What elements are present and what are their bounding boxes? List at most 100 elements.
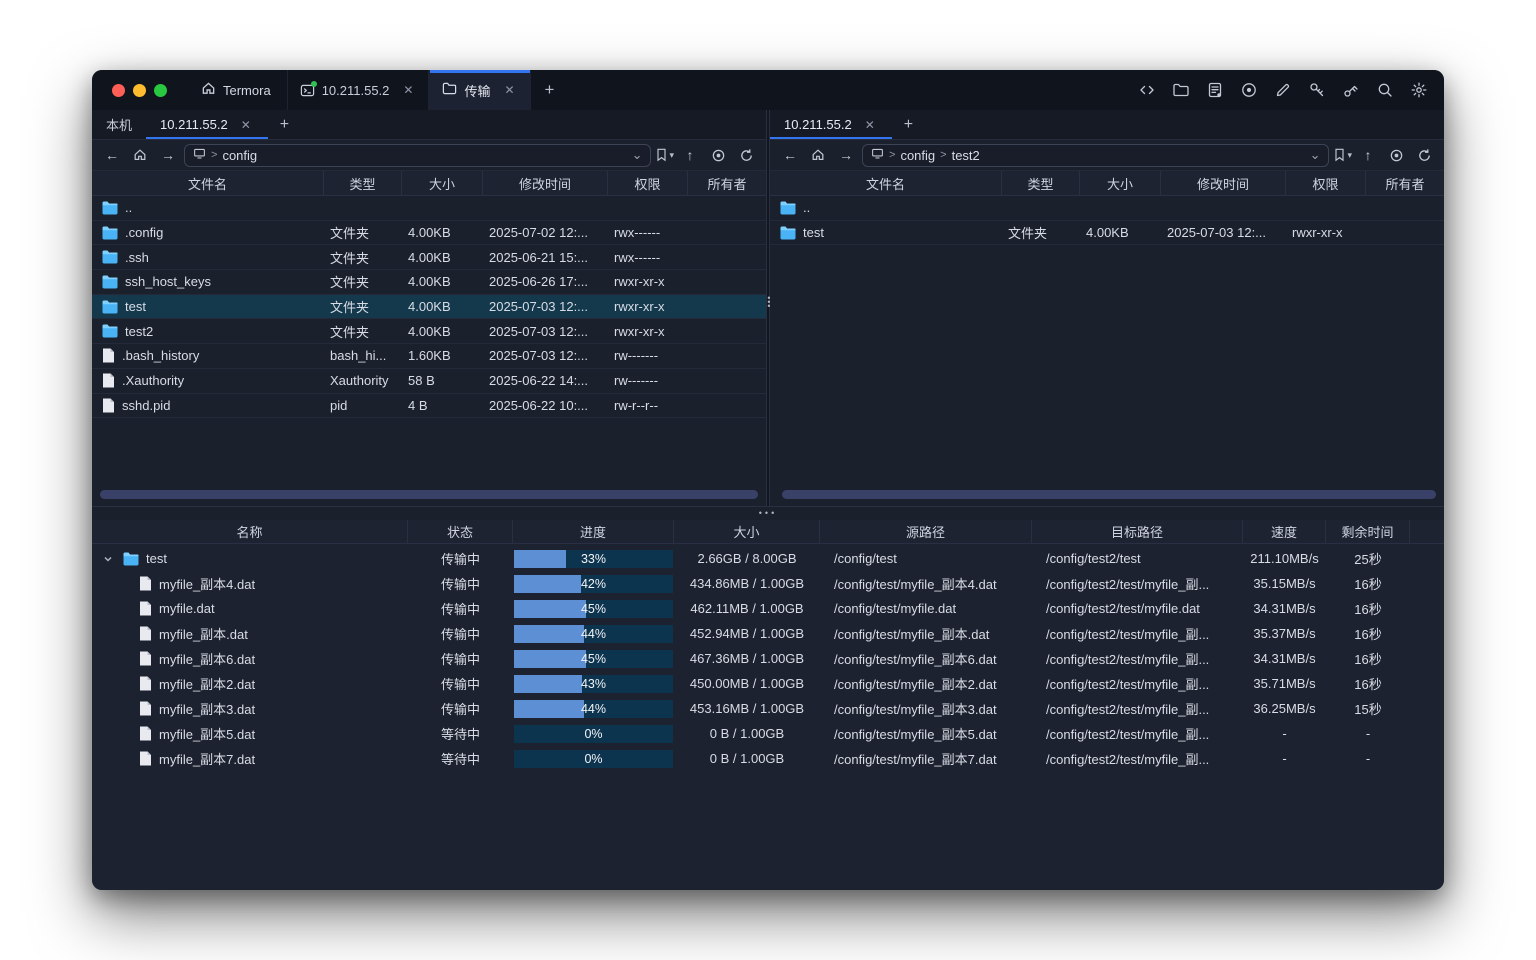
transfer-row[interactable]: myfile_副本2.dat传输中43%450.00MB / 1.00GB/co… xyxy=(92,671,1444,696)
column-header-permissions[interactable]: 权限 xyxy=(1286,171,1366,195)
breadcrumb-segment[interactable]: test2 xyxy=(952,148,980,163)
transfer-row[interactable]: myfile_副本5.dat等待中0%0 B / 1.00GB/config/t… xyxy=(92,721,1444,746)
tab-transfer[interactable]: 传输 ✕ xyxy=(429,70,530,110)
new-pane-tab-button[interactable]: + xyxy=(892,110,925,139)
edit-icon[interactable] xyxy=(1269,77,1296,104)
tab-label: 10.211.55.2 xyxy=(784,117,852,132)
transfer-speed-cell: 36.25MB/s xyxy=(1243,701,1326,716)
file-row[interactable]: sshd.pidpid4 B2025-06-22 10:...rw-r--r-- xyxy=(92,394,766,419)
search-icon[interactable] xyxy=(1371,77,1398,104)
eye-button[interactable] xyxy=(1384,143,1408,167)
event-log-icon[interactable] xyxy=(1201,77,1228,104)
forward-button[interactable]: → xyxy=(834,143,858,167)
new-tab-button[interactable]: + xyxy=(531,70,569,110)
column-header-status[interactable]: 状态 xyxy=(408,520,513,543)
file-row[interactable]: .XauthorityXauthority58 B2025-06-22 14:.… xyxy=(92,369,766,394)
file-row[interactable]: test2文件夹4.00KB2025-07-03 12:...rwxr-xr-x xyxy=(92,319,766,344)
column-header-size[interactable]: 大小 xyxy=(402,171,483,195)
code-icon[interactable] xyxy=(1133,77,1160,104)
minimize-window-button[interactable] xyxy=(133,84,146,97)
new-pane-tab-button[interactable]: + xyxy=(268,110,301,139)
bookmark-button[interactable]: ▾ xyxy=(655,148,674,162)
right-breadcrumb[interactable]: >config>test2⌄ xyxy=(862,144,1329,167)
tab-remote-host[interactable]: 10.211.55.2 ✕ xyxy=(770,110,892,139)
transfer-row[interactable]: myfile_副本7.dat等待中0%0 B / 1.00GB/config/t… xyxy=(92,746,1444,771)
transfer-row[interactable]: myfile.dat传输中45%462.11MB / 1.00GB/config… xyxy=(92,596,1444,621)
record-icon[interactable] xyxy=(1235,77,1262,104)
transfer-row[interactable]: myfile_副本3.dat传输中44%453.16MB / 1.00GB/co… xyxy=(92,696,1444,721)
file-row[interactable]: .bash_historybash_hi...1.60KB2025-07-03 … xyxy=(92,344,766,369)
breadcrumb-segment[interactable]: config xyxy=(222,148,257,163)
transfer-remaining-cell: - xyxy=(1326,726,1410,741)
refresh-button[interactable] xyxy=(734,143,758,167)
file-row[interactable]: test文件夹4.00KB2025-07-03 12:...rwxr-xr-x xyxy=(92,295,766,320)
home-button[interactable] xyxy=(806,143,830,167)
column-header-owner[interactable]: 所有者 xyxy=(688,171,766,195)
left-breadcrumb[interactable]: >config⌄ xyxy=(184,144,651,167)
back-button[interactable]: ← xyxy=(100,143,124,167)
close-tab-icon[interactable]: ✕ xyxy=(400,82,416,98)
parent-dir-button[interactable]: ↑ xyxy=(678,143,702,167)
column-header-name[interactable]: 名称 xyxy=(92,520,408,543)
file-icon xyxy=(139,576,152,591)
file-row[interactable]: .config文件夹4.00KB2025-07-02 12:...rwx----… xyxy=(92,221,766,246)
close-tab-icon[interactable]: ✕ xyxy=(238,117,254,133)
column-header-owner[interactable]: 所有者 xyxy=(1366,171,1444,195)
transfer-status-cell: 等待中 xyxy=(408,724,513,743)
column-header-type[interactable]: 类型 xyxy=(324,171,402,195)
column-header-size[interactable]: 大小 xyxy=(1080,171,1161,195)
transfer-row[interactable]: myfile_副本.dat传输中44%452.94MB / 1.00GB/con… xyxy=(92,621,1444,646)
column-header-remaining[interactable]: 剩余时间 xyxy=(1326,520,1410,543)
tab-remote-host[interactable]: 10.211.55.2 ✕ xyxy=(146,110,268,139)
left-pane-tabs: 本机 10.211.55.2 ✕ + xyxy=(92,110,766,140)
chevron-down-icon[interactable]: ⌄ xyxy=(632,147,643,163)
file-row[interactable]: .. xyxy=(770,196,1444,221)
column-header-source-path[interactable]: 源路径 xyxy=(820,520,1032,543)
column-header-speed[interactable]: 速度 xyxy=(1243,520,1326,543)
expand-chevron-icon[interactable] xyxy=(100,554,116,564)
keychain-icon[interactable] xyxy=(1337,77,1364,104)
file-row[interactable]: test文件夹4.00KB2025-07-03 12:...rwxr-xr-x xyxy=(770,221,1444,246)
back-button[interactable]: ← xyxy=(778,143,802,167)
column-header-target-path[interactable]: 目标路径 xyxy=(1032,520,1243,543)
tab-ssh-session[interactable]: 10.211.55.2 ✕ xyxy=(287,70,430,110)
column-header-permissions[interactable]: 权限 xyxy=(608,171,688,195)
column-header-size[interactable]: 大小 xyxy=(674,520,820,543)
file-row[interactable]: .ssh文件夹4.00KB2025-06-21 15:...rwx------ xyxy=(92,245,766,270)
transfer-splitter[interactable]: ••• xyxy=(92,506,1444,520)
forward-button[interactable]: → xyxy=(156,143,180,167)
close-tab-icon[interactable]: ✕ xyxy=(501,82,517,98)
transfer-name: myfile_副本3.dat xyxy=(159,699,255,718)
column-header-filename[interactable]: 文件名 xyxy=(770,171,1002,195)
file-row[interactable]: ssh_host_keys文件夹4.00KB2025-06-26 17:...r… xyxy=(92,270,766,295)
breadcrumb-segment[interactable]: config xyxy=(900,148,935,163)
close-tab-icon[interactable]: ✕ xyxy=(862,117,878,133)
zoom-window-button[interactable] xyxy=(154,84,167,97)
file-icon xyxy=(139,626,152,641)
horizontal-scrollbar[interactable] xyxy=(782,490,1436,499)
bookmark-button[interactable]: ▾ xyxy=(1333,148,1352,162)
chevron-down-icon[interactable]: ⌄ xyxy=(1310,147,1321,163)
tab-local[interactable]: 本机 xyxy=(92,110,146,139)
tab-termora-home[interactable]: Termora xyxy=(185,70,287,110)
column-header-type[interactable]: 类型 xyxy=(1002,171,1080,195)
transfer-row[interactable]: myfile_副本4.dat传输中42%434.86MB / 1.00GB/co… xyxy=(92,571,1444,596)
settings-icon[interactable] xyxy=(1405,77,1432,104)
folder-icon[interactable] xyxy=(1167,77,1194,104)
column-header-modified[interactable]: 修改时间 xyxy=(1161,171,1286,195)
column-header-filename[interactable]: 文件名 xyxy=(92,171,324,195)
horizontal-scrollbar[interactable] xyxy=(100,490,758,499)
transfer-target-cell: /config/test2/test/myfile_副... xyxy=(1032,649,1243,668)
column-header-progress[interactable]: 进度 xyxy=(513,520,674,543)
parent-dir-button[interactable]: ↑ xyxy=(1356,143,1380,167)
column-header-modified[interactable]: 修改时间 xyxy=(483,171,608,195)
transfer-row[interactable]: myfile_副本6.dat传输中45%467.36MB / 1.00GB/co… xyxy=(92,646,1444,671)
eye-button[interactable] xyxy=(706,143,730,167)
file-row[interactable]: .. xyxy=(92,196,766,221)
key-icon[interactable] xyxy=(1303,77,1330,104)
close-window-button[interactable] xyxy=(112,84,125,97)
refresh-button[interactable] xyxy=(1412,143,1436,167)
transfer-row[interactable]: test传输中33%2.66GB / 8.00GB/config/test/co… xyxy=(92,546,1444,571)
progress-label: 44% xyxy=(514,625,673,643)
home-button[interactable] xyxy=(128,143,152,167)
